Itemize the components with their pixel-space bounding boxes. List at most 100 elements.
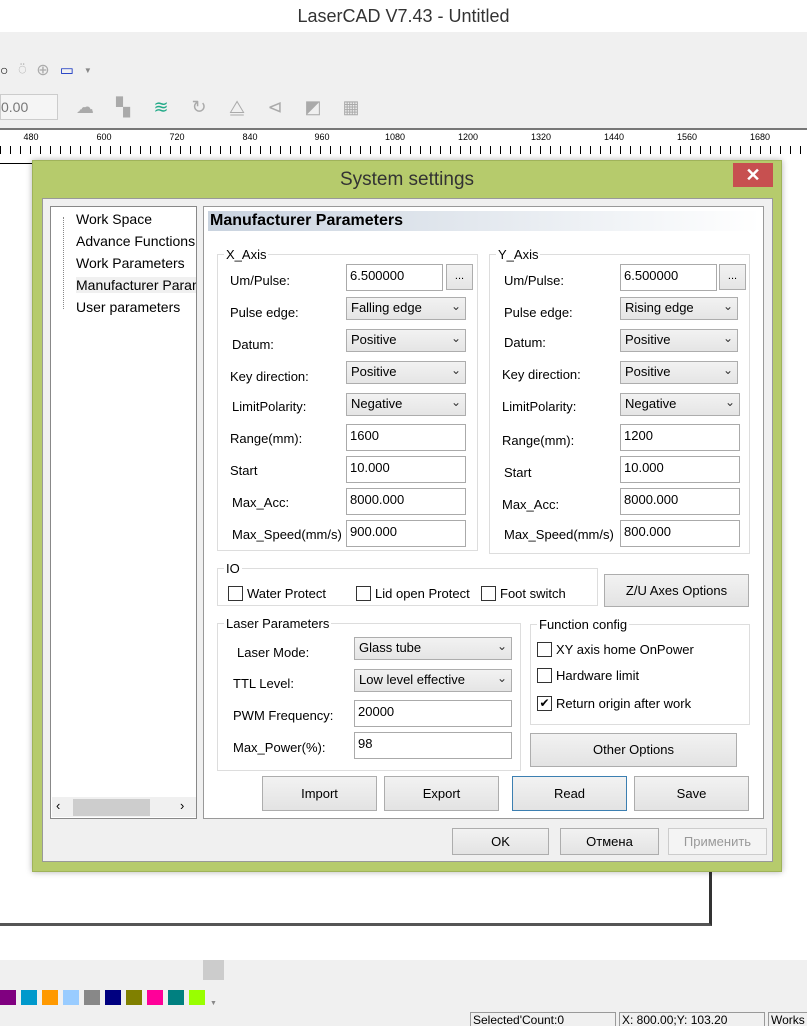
zu-axes-options-button[interactable]: Z/U Axes Options bbox=[604, 574, 749, 607]
cloud-icon[interactable]: ☁ bbox=[74, 96, 96, 118]
group-title: Function config bbox=[537, 617, 630, 632]
x-key-direction-select[interactable]: Positive ⌄ bbox=[346, 361, 466, 384]
xy-home-onpower-checkbox[interactable]: XY axis home OnPower bbox=[537, 642, 694, 657]
foot-switch-checkbox[interactable]: Foot switch bbox=[481, 586, 566, 601]
y-um-pulse-calc-button[interactable]: ... bbox=[719, 264, 746, 290]
x-max-acc-input[interactable]: 8000.000 bbox=[346, 488, 466, 515]
target-icon[interactable]: ⊕ bbox=[36, 60, 49, 80]
x-um-pulse-calc-button[interactable]: ... bbox=[446, 264, 473, 290]
color-swatch[interactable] bbox=[105, 989, 121, 1005]
io-group: IO Water Protect Lid open Protect Foot s… bbox=[217, 561, 598, 606]
selected-count: Selected'Count:0 bbox=[470, 1012, 616, 1026]
checkbox[interactable] bbox=[537, 668, 552, 683]
return-origin-checkbox[interactable]: ✔ Return origin after work bbox=[537, 696, 691, 711]
y-key-direction-select[interactable]: Positive ⌄ bbox=[620, 361, 738, 384]
tree-item-work-space[interactable]: Work Space bbox=[76, 211, 196, 227]
x-datum-select[interactable]: Positive ⌄ bbox=[346, 329, 466, 352]
x-start-input[interactable]: 10.000 bbox=[346, 456, 466, 483]
color-swatch[interactable] bbox=[126, 989, 142, 1005]
laser-mode-select[interactable]: Glass tube ⌄ bbox=[354, 637, 512, 660]
ruler-ticks bbox=[0, 146, 807, 154]
x-pulse-edge-select[interactable]: Falling edge ⌄ bbox=[346, 297, 466, 320]
x-um-pulse-input[interactable]: 6.500000 bbox=[346, 264, 443, 291]
chevron-down-icon: ⌄ bbox=[496, 639, 507, 653]
y-max-acc-input[interactable]: 8000.000 bbox=[620, 488, 740, 515]
label: Max_Acc: bbox=[232, 495, 290, 510]
y-range-input[interactable]: 1200 bbox=[620, 424, 740, 451]
x-range-input[interactable]: 1600 bbox=[346, 424, 466, 451]
tree-scrollbar[interactable]: ‹ › bbox=[52, 797, 196, 817]
checkbox-label: XY axis home OnPower bbox=[556, 642, 694, 657]
align-icon[interactable]: ⊲ bbox=[264, 96, 286, 118]
dialog-title: System settings bbox=[339, 169, 475, 190]
chevron-down-icon: ⌄ bbox=[450, 395, 461, 409]
color-swatch[interactable] bbox=[21, 989, 37, 1005]
color-swatch[interactable] bbox=[0, 989, 16, 1005]
y-start-input[interactable]: 10.000 bbox=[620, 456, 740, 483]
pattern-icon[interactable]: ▦ bbox=[340, 96, 362, 118]
export-button[interactable]: Export bbox=[384, 776, 499, 811]
x-max-speed-input[interactable]: 900.000 bbox=[346, 520, 466, 547]
water-protect-checkbox[interactable]: Water Protect bbox=[228, 586, 326, 601]
y-limit-polarity-select[interactable]: Negative ⌄ bbox=[620, 393, 740, 416]
ruler-label: 1080 bbox=[384, 132, 406, 142]
monitor-wave-icon[interactable]: ▭ bbox=[60, 61, 74, 79]
cancel-button[interactable]: Отмена bbox=[560, 828, 659, 855]
flip-icon[interactable]: ◩ bbox=[302, 96, 324, 118]
chevron-right-icon[interactable]: › bbox=[180, 798, 184, 813]
pen-icon[interactable]: ⍥ bbox=[18, 62, 26, 78]
canvas-scrollbar[interactable] bbox=[0, 960, 807, 982]
save-button[interactable]: Save bbox=[634, 776, 749, 811]
canvas-scroll-thumb[interactable] bbox=[203, 960, 224, 980]
y-pulse-edge-select[interactable]: Rising edge ⌄ bbox=[620, 297, 738, 320]
chevron-down-icon[interactable]: ▼ bbox=[84, 66, 92, 75]
chevron-down-icon[interactable]: ▼ bbox=[210, 1000, 217, 1007]
checkbox[interactable] bbox=[537, 642, 552, 657]
max-power-input[interactable]: 98 bbox=[354, 732, 512, 759]
tree-item-manufacturer-parameters[interactable]: Manufacturer Parameters bbox=[76, 277, 196, 293]
tree-scroll-thumb[interactable] bbox=[73, 799, 150, 816]
import-button[interactable]: Import bbox=[262, 776, 377, 811]
checkbox-checked[interactable]: ✔ bbox=[537, 696, 552, 711]
label: Key direction: bbox=[502, 367, 581, 382]
apply-button[interactable]: Применить bbox=[668, 828, 767, 855]
read-button[interactable]: Read bbox=[512, 776, 627, 811]
ttl-level-select[interactable]: Low level effective ⌄ bbox=[354, 669, 512, 692]
tree-line bbox=[63, 217, 64, 309]
tree-item-work-parameters[interactable]: Work Parameters bbox=[76, 255, 196, 271]
color-swatch[interactable] bbox=[63, 989, 79, 1005]
color-swatch[interactable] bbox=[42, 989, 58, 1005]
other-options-button[interactable]: Other Options bbox=[530, 733, 737, 767]
tree-item-user-parameters[interactable]: User parameters bbox=[76, 299, 196, 315]
checkbox[interactable] bbox=[228, 586, 243, 601]
lid-open-protect-checkbox[interactable]: Lid open Protect bbox=[356, 586, 470, 601]
select-value: Falling edge bbox=[351, 300, 422, 315]
chevron-left-icon[interactable]: ‹ bbox=[56, 798, 60, 813]
checkbox[interactable] bbox=[481, 586, 496, 601]
y-datum-select[interactable]: Positive ⌄ bbox=[620, 329, 738, 352]
color-swatch[interactable] bbox=[168, 989, 184, 1005]
color-swatch[interactable] bbox=[189, 989, 205, 1005]
rotate-icon[interactable]: ↻ bbox=[188, 96, 210, 118]
coord-input[interactable]: 0.00 bbox=[0, 94, 58, 120]
close-button[interactable]: ✕ bbox=[733, 163, 773, 187]
array-icon[interactable]: ▚ bbox=[112, 96, 134, 118]
ruler-label: 600 bbox=[96, 132, 112, 142]
y-max-speed-input[interactable]: 800.000 bbox=[620, 520, 740, 547]
layers-icon[interactable]: ≋ bbox=[150, 96, 172, 118]
color-swatch[interactable] bbox=[84, 989, 100, 1005]
hardware-limit-checkbox[interactable]: Hardware limit bbox=[537, 668, 639, 683]
tree-item-advance-functions[interactable]: Advance Functions bbox=[76, 233, 196, 249]
checkbox[interactable] bbox=[356, 586, 371, 601]
select-value: Negative bbox=[351, 396, 403, 411]
y-um-pulse-input[interactable]: 6.500000 bbox=[620, 264, 717, 291]
mirror-icon[interactable]: ⧋ bbox=[226, 96, 248, 118]
color-swatch[interactable] bbox=[147, 989, 163, 1005]
x-limit-polarity-select[interactable]: Negative ⌄ bbox=[346, 393, 466, 416]
ok-button[interactable]: OK bbox=[452, 828, 549, 855]
circle-icon[interactable]: ○ bbox=[0, 62, 8, 78]
pwm-frequency-input[interactable]: 20000 bbox=[354, 700, 512, 727]
chevron-down-icon: ⌄ bbox=[450, 363, 461, 377]
select-value: Positive bbox=[625, 332, 671, 347]
chevron-down-icon: ⌄ bbox=[450, 299, 461, 313]
